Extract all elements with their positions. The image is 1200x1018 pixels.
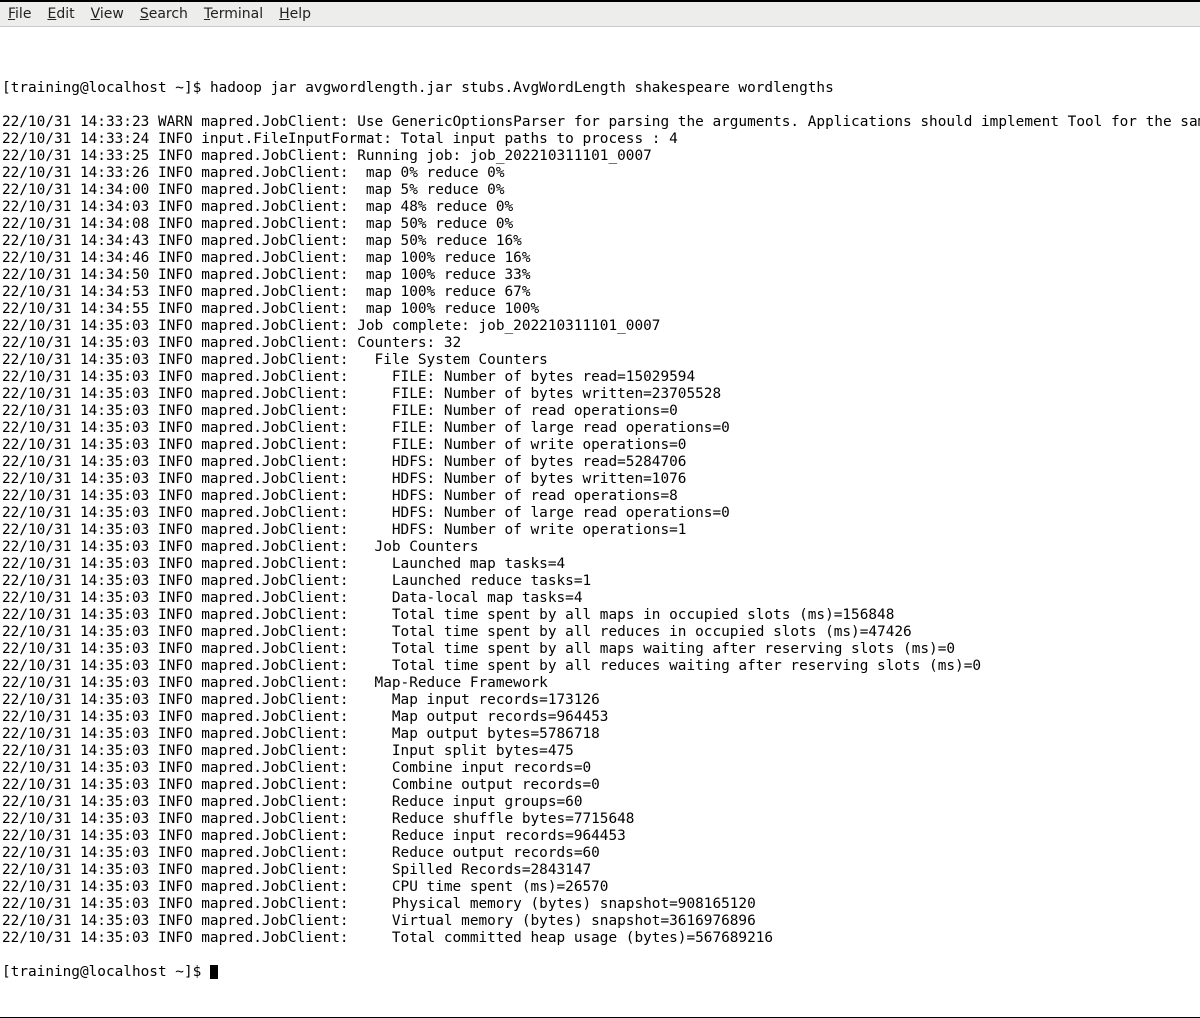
menu-file[interactable]: File <box>8 6 31 22</box>
menu-label: elp <box>290 6 311 22</box>
terminal-line: 22/10/31 14:35:03 INFO mapred.JobClient:… <box>2 386 1198 403</box>
terminal-line: 22/10/31 14:35:03 INFO mapred.JobClient:… <box>2 675 1198 692</box>
mnemonic: V <box>91 6 100 22</box>
terminal-line: 22/10/31 14:35:03 INFO mapred.JobClient:… <box>2 777 1198 794</box>
terminal-line: 22/10/31 14:35:03 INFO mapred.JobClient:… <box>2 641 1198 658</box>
window-frame: File Edit View Search Terminal Help [tra… <box>0 0 1200 1018</box>
terminal-line: 22/10/31 14:34:53 INFO mapred.JobClient:… <box>2 284 1198 301</box>
terminal-line: 22/10/31 14:35:03 INFO mapred.JobClient:… <box>2 369 1198 386</box>
terminal-line: 22/10/31 14:35:03 INFO mapred.JobClient:… <box>2 607 1198 624</box>
prompt-line: [training@localhost ~]$ hadoop jar avgwo… <box>2 80 1198 97</box>
mnemonic: S <box>140 6 149 22</box>
terminal-line: 22/10/31 14:33:25 INFO mapred.JobClient:… <box>2 148 1198 165</box>
terminal-line: 22/10/31 14:34:03 INFO mapred.JobClient:… <box>2 199 1198 216</box>
terminal-line: 22/10/31 14:35:03 INFO mapred.JobClient:… <box>2 794 1198 811</box>
menu-edit[interactable]: Edit <box>47 6 74 22</box>
terminal-line: 22/10/31 14:35:03 INFO mapred.JobClient:… <box>2 845 1198 862</box>
shell-prompt: [training@localhost ~]$ <box>2 964 210 980</box>
menu-label: erminal <box>210 6 263 22</box>
menu-search[interactable]: Search <box>140 6 188 22</box>
mnemonic: H <box>279 6 290 22</box>
terminal-line: 22/10/31 14:35:03 INFO mapred.JobClient:… <box>2 930 1198 947</box>
terminal-line: 22/10/31 14:35:03 INFO mapred.JobClient:… <box>2 896 1198 913</box>
menu-label: dit <box>56 6 74 22</box>
terminal-line: 22/10/31 14:35:03 INFO mapred.JobClient:… <box>2 828 1198 845</box>
terminal-line: 22/10/31 14:34:46 INFO mapred.JobClient:… <box>2 250 1198 267</box>
terminal-output[interactable]: [training@localhost ~]$ hadoop jar avgwo… <box>0 27 1200 1017</box>
terminal-line: 22/10/31 14:34:43 INFO mapred.JobClient:… <box>2 233 1198 250</box>
cursor-icon <box>210 965 218 979</box>
shell-prompt: [training@localhost ~]$ <box>2 80 210 96</box>
terminal-line: 22/10/31 14:35:03 INFO mapred.JobClient:… <box>2 709 1198 726</box>
terminal-line: 22/10/31 14:34:55 INFO mapred.JobClient:… <box>2 301 1198 318</box>
terminal-line: 22/10/31 14:35:03 INFO mapred.JobClient:… <box>2 335 1198 352</box>
terminal-line: 22/10/31 14:33:24 INFO input.FileInputFo… <box>2 131 1198 148</box>
terminal-line: 22/10/31 14:35:03 INFO mapred.JobClient:… <box>2 522 1198 539</box>
shell-command: hadoop jar avgwordlength.jar stubs.AvgWo… <box>210 80 834 96</box>
menu-label: ile <box>15 6 31 22</box>
prompt-line: [training@localhost ~]$ <box>2 964 1198 981</box>
terminal-line: 22/10/31 14:35:03 INFO mapred.JobClient:… <box>2 318 1198 335</box>
terminal-line: 22/10/31 14:35:03 INFO mapred.JobClient:… <box>2 352 1198 369</box>
menu-help[interactable]: Help <box>279 6 311 22</box>
terminal-line: 22/10/31 14:34:50 INFO mapred.JobClient:… <box>2 267 1198 284</box>
menu-label: earch <box>149 6 188 22</box>
menu-label: iew <box>100 6 124 22</box>
terminal-line: 22/10/31 14:35:03 INFO mapred.JobClient:… <box>2 862 1198 879</box>
terminal-line: 22/10/31 14:34:08 INFO mapred.JobClient:… <box>2 216 1198 233</box>
terminal-line: 22/10/31 14:33:23 WARN mapred.JobClient:… <box>2 114 1198 131</box>
terminal-line: 22/10/31 14:35:03 INFO mapred.JobClient:… <box>2 811 1198 828</box>
mnemonic: E <box>47 6 56 22</box>
terminal-line: 22/10/31 14:35:03 INFO mapred.JobClient:… <box>2 539 1198 556</box>
terminal-line: 22/10/31 14:35:03 INFO mapred.JobClient:… <box>2 692 1198 709</box>
mnemonic: F <box>8 6 15 22</box>
terminal-line: 22/10/31 14:35:03 INFO mapred.JobClient:… <box>2 726 1198 743</box>
terminal-line: 22/10/31 14:35:03 INFO mapred.JobClient:… <box>2 590 1198 607</box>
terminal-line: 22/10/31 14:35:03 INFO mapred.JobClient:… <box>2 403 1198 420</box>
menu-terminal[interactable]: Terminal <box>204 6 263 22</box>
terminal-line: 22/10/31 14:35:03 INFO mapred.JobClient:… <box>2 556 1198 573</box>
terminal-line: 22/10/31 14:34:00 INFO mapred.JobClient:… <box>2 182 1198 199</box>
menubar: File Edit View Search Terminal Help <box>0 2 1200 27</box>
terminal-line <box>2 46 1198 63</box>
terminal-line: 22/10/31 14:35:03 INFO mapred.JobClient:… <box>2 658 1198 675</box>
terminal-line: 22/10/31 14:35:03 INFO mapred.JobClient:… <box>2 760 1198 777</box>
menu-view[interactable]: View <box>91 6 124 22</box>
terminal-line: 22/10/31 14:35:03 INFO mapred.JobClient:… <box>2 505 1198 522</box>
terminal-line: 22/10/31 14:35:03 INFO mapred.JobClient:… <box>2 743 1198 760</box>
terminal-line: 22/10/31 14:35:03 INFO mapred.JobClient:… <box>2 488 1198 505</box>
terminal-line: 22/10/31 14:35:03 INFO mapred.JobClient:… <box>2 420 1198 437</box>
terminal-line: 22/10/31 14:35:03 INFO mapred.JobClient:… <box>2 471 1198 488</box>
terminal-line: 22/10/31 14:33:26 INFO mapred.JobClient:… <box>2 165 1198 182</box>
terminal-line: 22/10/31 14:35:03 INFO mapred.JobClient:… <box>2 624 1198 641</box>
terminal-line: 22/10/31 14:35:03 INFO mapred.JobClient:… <box>2 437 1198 454</box>
terminal-line: 22/10/31 14:35:03 INFO mapred.JobClient:… <box>2 879 1198 896</box>
terminal-line: 22/10/31 14:35:03 INFO mapred.JobClient:… <box>2 913 1198 930</box>
terminal-line: 22/10/31 14:35:03 INFO mapred.JobClient:… <box>2 573 1198 590</box>
terminal-line: 22/10/31 14:35:03 INFO mapred.JobClient:… <box>2 454 1198 471</box>
